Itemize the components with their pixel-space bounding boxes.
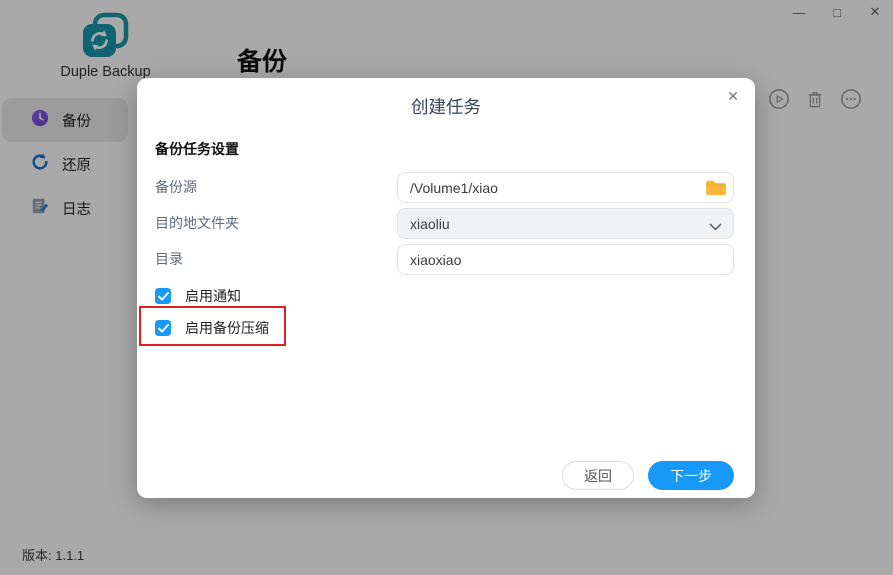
enable-compression-checkbox[interactable] [155, 320, 171, 336]
checkbox-label: 启用通知 [185, 288, 241, 304]
checkbox-row-compression: 启用备份压缩 [155, 317, 269, 339]
form-row-destination: 目的地文件夹 xiaoliu [155, 208, 734, 239]
destination-select[interactable]: xiaoliu [397, 208, 734, 239]
form-row-directory: 目录 [155, 244, 734, 275]
next-button[interactable]: 下一步 [648, 461, 734, 490]
field-label: 目录 [155, 251, 183, 267]
section-title: 备份任务设置 [155, 141, 239, 157]
folder-icon [705, 179, 727, 196]
directory-input[interactable] [397, 244, 734, 275]
chevron-down-icon [709, 219, 722, 235]
field-label: 备份源 [155, 179, 197, 195]
checkbox-row-notifications: 启用通知 [155, 285, 241, 307]
dialog-title: 创建任务 [411, 97, 481, 117]
checkbox-label: 启用备份压缩 [185, 320, 269, 336]
selected-option: xiaoliu [410, 215, 450, 232]
back-button[interactable]: 返回 [562, 461, 634, 490]
browse-folder-button[interactable] [705, 179, 727, 196]
check-icon [157, 321, 169, 336]
backup-source-input[interactable] [397, 172, 734, 203]
form-row-backup-source: 备份源 [155, 172, 734, 203]
enable-notifications-checkbox[interactable] [155, 288, 171, 304]
dialog-buttons: 返回 下一步 [562, 461, 734, 490]
create-task-dialog: ✕ 创建任务 备份任务设置 备份源 目的地文件夹 xiaoliu [137, 78, 755, 498]
check-icon [157, 289, 169, 304]
field-label: 目的地文件夹 [155, 215, 239, 231]
